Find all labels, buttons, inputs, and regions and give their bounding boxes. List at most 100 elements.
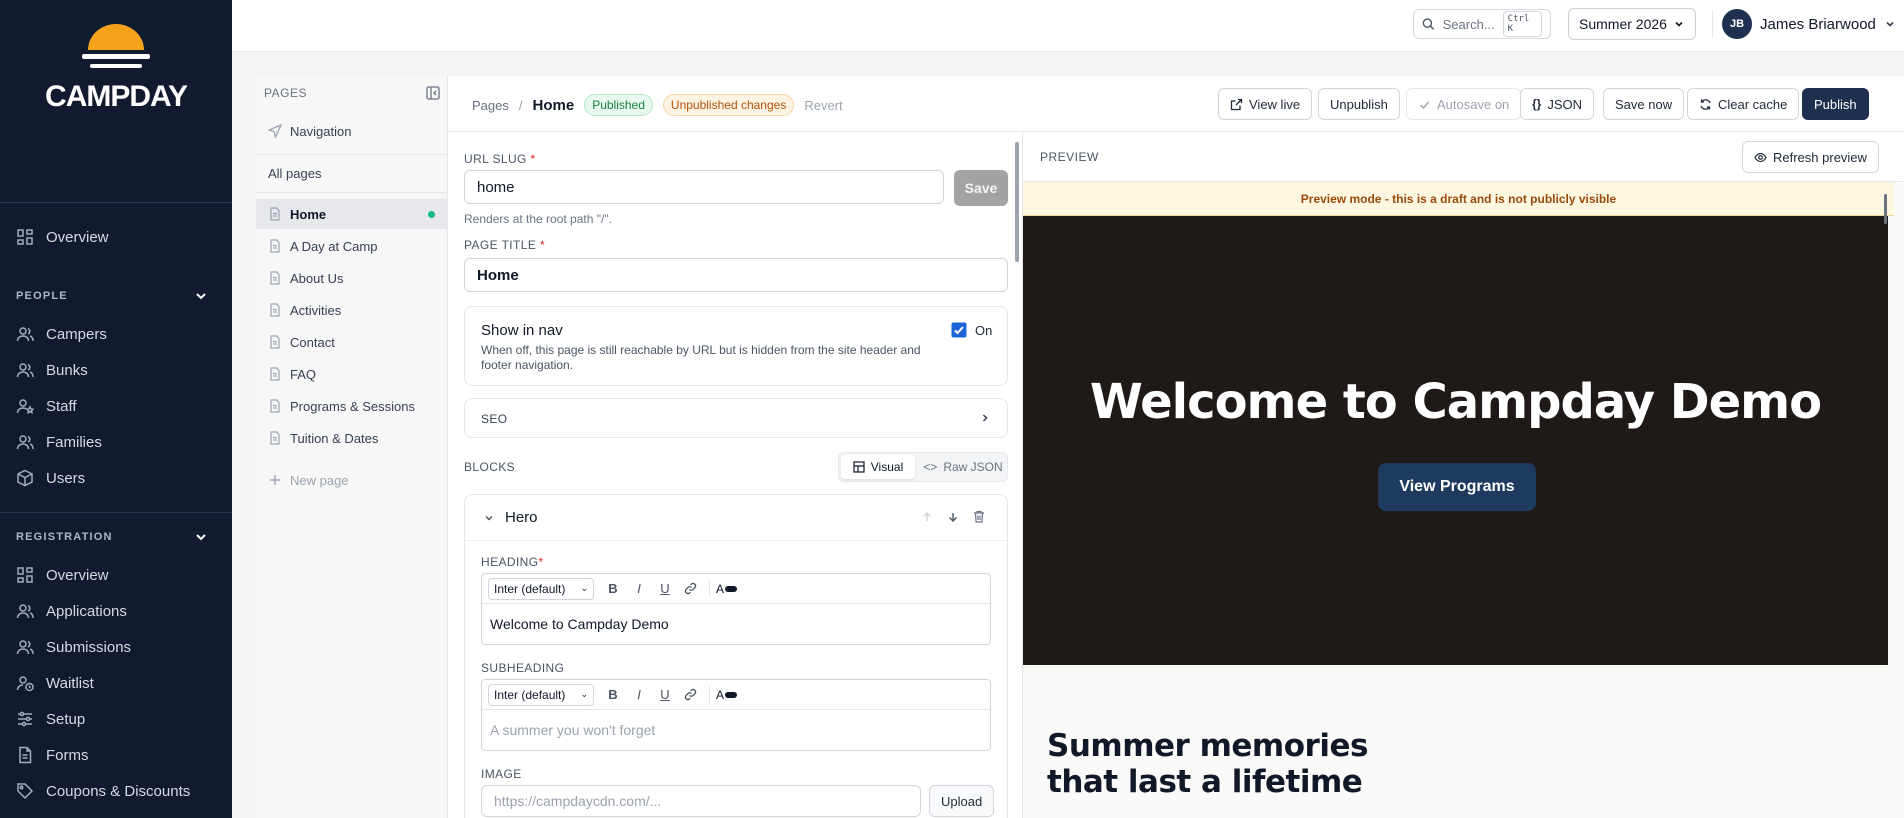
form-scrollbar[interactable] [1015,142,1019,262]
sidebar-item-bunks[interactable]: Bunks [16,355,88,385]
chevron-down-icon [1675,21,1683,27]
save-now-button[interactable]: Save now [1603,88,1685,120]
file-icon [270,399,280,413]
view-programs-button[interactable]: View Programs [1378,463,1536,511]
revert-link[interactable]: Revert [804,98,842,113]
bold-icon[interactable]: B [606,581,620,596]
grid-icon [17,567,33,583]
breadcrumb-root[interactable]: Pages [472,98,509,113]
breadcrumb: Pages / Home Published Unpublished chang… [472,94,843,116]
heading-font-select[interactable]: Inter (default) ⌄ [488,577,594,600]
unpublish-button[interactable]: Unpublish [1318,88,1400,120]
preview-scrollbar[interactable] [1884,194,1887,224]
external-link-icon [1230,98,1243,110]
plus-icon [270,475,280,485]
sidebar-item-families[interactable]: Families [16,427,102,457]
show-in-nav-toggle[interactable]: On [951,322,992,338]
new-page-button[interactable]: New page [256,465,447,495]
show-in-nav-title: Show in nav [481,322,563,339]
sidebar-item-applications[interactable]: Applications [16,596,127,626]
image-url-input[interactable]: https://campdaycdn.com/... [481,785,921,817]
underline-icon[interactable]: U [658,581,672,596]
view-live-button[interactable]: View live [1218,88,1313,120]
registration-group-toggle[interactable]: REGISTRATION [16,530,208,544]
sidebar-item-staff[interactable]: Staff [16,391,77,421]
page-item-about-us[interactable]: About Us [256,263,447,293]
link-icon[interactable] [684,688,697,701]
italic-icon[interactable]: I [632,581,646,596]
checkbox-checked-icon [951,322,967,338]
refresh-preview-button[interactable]: Refresh preview [1742,141,1879,173]
sidebar-item-label: Waitlist [46,674,94,692]
search-placeholder: Search... [1442,16,1495,32]
sidebar-item-forms[interactable]: Forms [16,740,89,770]
page-item-faq[interactable]: FAQ [256,359,447,389]
sidebar-item-reg-overview[interactable]: Overview [16,560,109,590]
all-pages-link[interactable]: All pages [256,158,447,188]
search-icon [1422,18,1435,30]
subheading-placeholder: A summer you won't forget [490,722,656,738]
published-dot [428,211,435,218]
clear-cache-button[interactable]: Clear cache [1687,88,1800,120]
user-menu[interactable]: JB James Briarwood [1722,9,1896,39]
toolbar-divider [709,579,710,598]
button-label: Publish [1814,96,1857,112]
trash-icon[interactable] [973,510,985,523]
page-title-input[interactable]: Home [464,258,1008,292]
sidebar-item-coupons[interactable]: Coupons & Discounts [16,776,190,806]
seo-section-toggle[interactable]: SEO [464,398,1008,438]
collapse-panel-icon[interactable] [426,86,440,100]
sidebar-item-users[interactable]: Users [16,463,85,493]
arrow-up-icon[interactable] [921,511,933,523]
heading-rich-editor[interactable]: Inter (default) ⌄ B I U A Welcome to Camp… [481,573,991,645]
page-item-label: Home [290,206,327,222]
bold-icon[interactable]: B [606,687,620,702]
sidebar-item-waitlist[interactable]: Waitlist [16,668,94,698]
text-color-icon[interactable]: A [716,582,738,596]
people-group-toggle[interactable]: PEOPLE [16,289,208,303]
button-label: Autosave on [1437,96,1510,112]
subheading-rich-editor[interactable]: Inter (default) ⌄ B I U A A summer you wo… [481,679,991,751]
sidebar-item-submissions[interactable]: Submissions [16,632,131,662]
sidebar-item-setup[interactable]: Setup [16,704,85,734]
italic-icon[interactable]: I [632,687,646,702]
link-icon[interactable] [684,582,697,595]
save-slug-button[interactable]: Save [954,170,1008,206]
arrow-down-icon[interactable] [947,511,959,523]
preview-label: PREVIEW [1040,150,1099,164]
status-badge-unpublished: Unpublished changes [662,94,795,116]
publish-button[interactable]: Publish [1802,88,1869,120]
mode-visual-tab[interactable]: Visual [841,455,915,479]
subheading-font-select[interactable]: Inter (default) ⌄ [488,683,594,706]
hero-block-header[interactable]: Hero [465,495,1007,541]
page-item-label: Programs & Sessions [290,398,415,414]
chevron-down-icon [485,515,493,521]
sidebar-item-overview[interactable]: Overview [16,222,109,252]
upload-button[interactable]: Upload [929,785,995,817]
sidebar-item-label: Overview [46,228,109,246]
search-input[interactable]: Search... Ctrl K [1413,9,1551,39]
campday-logo[interactable]: CAMPDAY [0,24,232,114]
text-color-icon[interactable]: A [716,688,738,702]
sidebar-divider [0,512,232,513]
season-select[interactable]: Summer 2026 [1568,8,1696,40]
page-item-contact[interactable]: Contact [256,327,447,357]
breadcrumb-separator: / [518,97,523,113]
heading-label: HEADING* [481,555,544,569]
sidebar-item-campers[interactable]: Campers [16,319,107,349]
group-label: PEOPLE [16,290,68,302]
page-item-programs-sessions[interactable]: Programs & Sessions [256,391,447,421]
page-item-activities[interactable]: Activities [256,295,447,325]
file-icon [270,431,280,445]
underline-icon[interactable]: U [658,687,672,702]
json-button[interactable]: {} JSON [1520,88,1595,120]
page-item-a-day-at-camp[interactable]: A Day at Camp [256,231,447,261]
subheading-toolbar: Inter (default) ⌄ B I U A [482,680,990,710]
page-item-home[interactable]: Home [256,199,447,229]
url-slug-input[interactable]: home [464,170,944,204]
hero-title: Welcome to Campday Demo [1089,374,1822,430]
pages-navigation-link[interactable]: Navigation [256,116,447,146]
autosave-toggle[interactable]: Autosave on [1406,88,1522,120]
mode-raw-json-tab[interactable]: <> Raw JSON [921,455,1005,479]
page-item-tuition-dates[interactable]: Tuition & Dates [256,423,447,453]
